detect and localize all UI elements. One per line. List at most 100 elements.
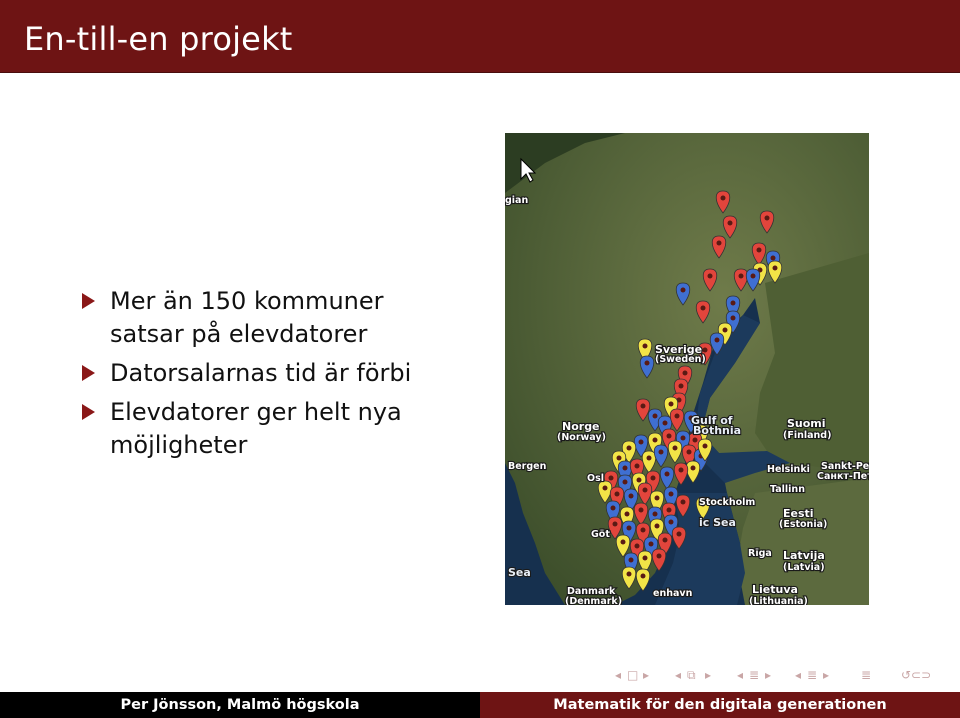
nav-subsection-next-icon[interactable]: ▸ <box>705 668 711 682</box>
nav-frame-prev-icon[interactable]: ◂ <box>615 668 621 682</box>
map-pin-dot <box>610 505 616 511</box>
map-pin-dot <box>626 571 632 577</box>
map-pin-dot <box>714 337 720 343</box>
map-label-estonia: (Estonia) <box>779 519 827 530</box>
map-label-sweden: (Sweden) <box>655 354 706 365</box>
map-pin-dot <box>628 557 634 563</box>
map-pin-dot <box>640 527 646 533</box>
map-pin-dot <box>678 467 684 473</box>
map-pin-dot <box>652 413 658 419</box>
map-pin-dot <box>722 327 728 333</box>
map-pin-dot <box>626 525 632 531</box>
map-label-lietuva: Lietuva <box>752 583 798 596</box>
map-pin-dot <box>668 491 674 497</box>
map-pin-dot <box>602 485 608 491</box>
map-pin-dot <box>640 403 646 409</box>
nav-frame-icon[interactable]: □ <box>627 668 638 682</box>
nav-search-icon[interactable]: ↺⊂⊃ <box>901 668 931 682</box>
map-label-suomi: Suomi <box>787 417 826 430</box>
map-pin-dot <box>652 511 658 517</box>
map-pin-dot <box>664 471 670 477</box>
map-pin-dot <box>682 370 688 376</box>
nav-section-prev-icon[interactable]: ◂ <box>737 668 743 682</box>
nav-subsec-icon[interactable]: ≣ <box>807 668 817 682</box>
nav-subsection-icon[interactable]: ⧉ <box>687 668 696 683</box>
map-pin-dot <box>622 465 628 471</box>
map-pin-dot <box>690 465 696 471</box>
title-bar: En-till-en projekt <box>0 0 960 73</box>
map-pin-dot <box>764 215 770 221</box>
map-pin-dot <box>680 435 686 441</box>
map-pin-dot <box>727 220 733 226</box>
bullet-item: Datorsalarnas tid är förbi <box>80 357 440 390</box>
map-pin-dot <box>672 445 678 451</box>
bullet-item: Mer än 150 kommuner satsar på elevdatore… <box>80 285 440 351</box>
bullet-triangle-icon <box>82 293 95 309</box>
map-label-lithuania: (Lithuania) <box>749 596 808 605</box>
map-pin-dot <box>666 433 672 439</box>
bullet-list: Mer än 150 kommuner satsar på elevdatore… <box>80 285 440 468</box>
bullet-text: Datorsalarnas tid är förbi <box>110 359 412 387</box>
nav-subsection-prev-icon[interactable]: ◂ <box>675 668 681 682</box>
map-pin-dot <box>642 555 648 561</box>
map-label-sea: Sea <box>508 566 531 579</box>
map-pin-dot <box>730 300 736 306</box>
map-pin-dot <box>678 383 684 389</box>
map-pin-dot <box>640 573 646 579</box>
map-pin-dot <box>716 240 722 246</box>
map-pin-dot <box>634 543 640 549</box>
map-label-norway: (Norway) <box>557 432 606 443</box>
nav-frame-next-icon[interactable]: ▸ <box>643 668 649 682</box>
map-pin-dot <box>638 507 644 513</box>
map-pin-dot <box>772 265 778 271</box>
map-pin-dot <box>622 479 628 485</box>
slide-title: En-till-en projekt <box>24 20 293 58</box>
map-pin-dot <box>612 521 618 527</box>
map-label-helsinki: Helsinki <box>767 464 810 475</box>
map-pin-dot <box>756 247 762 253</box>
map-label-denmark: (Denmark) <box>565 596 622 605</box>
footer-bar: Per Jönsson, Malmö högskola Matematik fö… <box>0 692 960 718</box>
nav-subsec-prev-icon[interactable]: ◂ <box>795 668 801 682</box>
bullet-text: Elevdatorer ger helt nya <box>110 398 402 426</box>
map-pin-dot <box>668 401 674 407</box>
map-pin-dot <box>646 455 652 461</box>
map-pin-dot <box>666 507 672 513</box>
map-pin-dot <box>692 437 698 443</box>
map-pin-dot <box>608 475 614 481</box>
bullet-triangle-icon <box>82 404 95 420</box>
map-pin-dot <box>652 437 658 443</box>
map-pin-dot <box>650 475 656 481</box>
nav-document-icon[interactable]: ≣ <box>861 668 871 682</box>
bullet-text: Mer än 150 kommuner <box>110 287 384 315</box>
map-pin-dot <box>644 360 650 366</box>
nav-subsec-next-icon[interactable]: ▸ <box>823 668 829 682</box>
map-pin-dot <box>730 315 736 321</box>
map-svg: Sverige (Sweden) Norge (Norway) Gulf of … <box>505 133 869 605</box>
map-pin-dot <box>680 287 686 293</box>
map-pin-dot <box>624 511 630 517</box>
map-pin-dot <box>686 449 692 455</box>
map-label-sanktpet-ru: Санкт-Пет <box>817 471 869 482</box>
map-label-got: Göt <box>591 529 610 540</box>
map-label-latvija: Latvija <box>783 549 825 562</box>
map-label-tallinn: Tallinn <box>770 484 805 495</box>
map-pin-dot <box>702 347 708 353</box>
map-pin-dot <box>707 273 713 279</box>
map-label-gulf2: Bothnia <box>693 424 741 437</box>
map-pin-dot <box>720 195 726 201</box>
map-pin-dot <box>628 493 634 499</box>
map-label-baltic-sea: ic Sea <box>699 516 736 529</box>
map-label-stockholm: Stockholm <box>699 497 755 508</box>
footer-author: Per Jönsson, Malmö högskola <box>0 692 480 718</box>
map-pin-dot <box>654 495 660 501</box>
map-pin-dot <box>680 499 686 505</box>
nav-section-icon[interactable]: ≣ <box>749 668 759 682</box>
map-label-latvia: (Latvia) <box>783 562 825 573</box>
map-label-gian: gian <box>505 195 528 206</box>
map-pin-dot <box>656 553 662 559</box>
nav-section-next-icon[interactable]: ▸ <box>765 668 771 682</box>
footer-presentation-title: Matematik för den digitala generationen <box>480 692 960 718</box>
map-pin-dot <box>738 273 744 279</box>
map-label-bergen: Bergen <box>508 461 547 472</box>
